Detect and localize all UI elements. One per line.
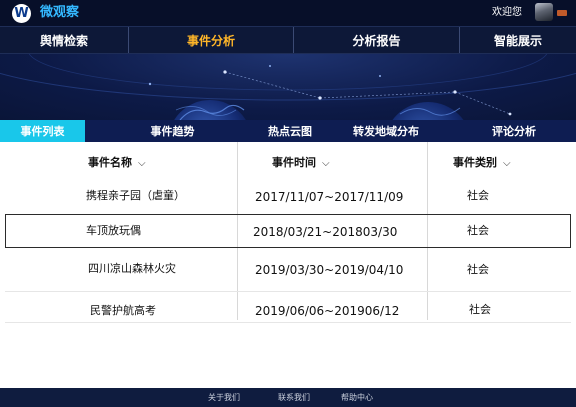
row-divider bbox=[5, 291, 571, 292]
event-category: 社会 bbox=[467, 224, 489, 237]
sub-tabs: 事件列表 事件趋势 热点云图 转发地域分布 评论分析 bbox=[0, 120, 576, 142]
footer-link-about[interactable]: 关于我们 bbox=[208, 392, 240, 403]
welcome-text: 欢迎您 bbox=[492, 7, 522, 18]
main-nav: 舆情检索 事件分析 分析报告 智能展示 bbox=[0, 26, 576, 54]
hero-banner bbox=[0, 54, 576, 120]
column-header-category[interactable]: 事件类别 ⌵ bbox=[453, 156, 511, 171]
chevron-down-icon: ⌵ bbox=[503, 158, 511, 169]
chevron-down-icon: ⌵ bbox=[138, 158, 146, 169]
footer-link-contact[interactable]: 联系我们 bbox=[278, 392, 310, 403]
event-name: 车顶放玩偶 bbox=[86, 224, 141, 237]
tab-event-trend[interactable]: 事件趋势 bbox=[85, 120, 260, 142]
app-logo-icon[interactable]: W bbox=[12, 4, 31, 23]
event-time: 2017/11/07~2017/11/09 bbox=[255, 190, 404, 204]
tab-event-list[interactable]: 事件列表 bbox=[0, 120, 85, 142]
column-header-label: 事件名称 bbox=[88, 156, 132, 169]
event-table: 事件名称 ⌵ 事件时间 ⌵ 事件类别 ⌵ 携程亲子园（虐童） 2017/11/07~2… bbox=[0, 142, 576, 388]
event-category: 社会 bbox=[469, 303, 491, 316]
nav-item-smart-display[interactable]: 智能展示 bbox=[460, 27, 576, 53]
event-time: 2019/06/06~201906/12 bbox=[255, 304, 400, 318]
column-header-label: 事件时间 bbox=[272, 156, 316, 169]
column-header-name[interactable]: 事件名称 ⌵ bbox=[88, 156, 146, 171]
column-header-time[interactable]: 事件时间 ⌵ bbox=[272, 156, 330, 171]
user-badge-icon bbox=[557, 10, 567, 16]
tab-region-distribution[interactable]: 转发地域分布 bbox=[320, 120, 452, 142]
nav-item-search[interactable]: 舆情检索 bbox=[0, 27, 129, 53]
globe-graphic bbox=[0, 54, 576, 120]
nav-item-event-analysis[interactable]: 事件分析 bbox=[129, 27, 294, 53]
event-time: 2018/03/21~201803/30 bbox=[253, 225, 398, 239]
footer-link-help[interactable]: 帮助中心 bbox=[341, 392, 373, 403]
event-name: 民警护航高考 bbox=[90, 304, 156, 317]
top-bar: W 微观察 欢迎您 bbox=[0, 0, 576, 26]
tab-comment-analysis[interactable]: 评论分析 bbox=[452, 120, 576, 142]
tab-word-cloud[interactable]: 热点云图 bbox=[260, 120, 320, 142]
chevron-down-icon: ⌵ bbox=[322, 158, 330, 169]
event-name: 四川凉山森林火灾 bbox=[88, 262, 176, 275]
event-category: 社会 bbox=[467, 189, 489, 202]
event-time: 2019/03/30~2019/04/10 bbox=[255, 263, 404, 277]
nav-item-reports[interactable]: 分析报告 bbox=[294, 27, 460, 53]
app-title[interactable]: 微观察 bbox=[40, 4, 79, 22]
footer: 关于我们 联系我们 帮助中心 bbox=[0, 388, 576, 407]
event-category: 社会 bbox=[467, 263, 489, 276]
row-divider bbox=[5, 322, 571, 323]
column-header-label: 事件类别 bbox=[453, 156, 497, 169]
event-name: 携程亲子园（虐童） bbox=[86, 189, 185, 202]
user-avatar[interactable] bbox=[535, 3, 553, 21]
